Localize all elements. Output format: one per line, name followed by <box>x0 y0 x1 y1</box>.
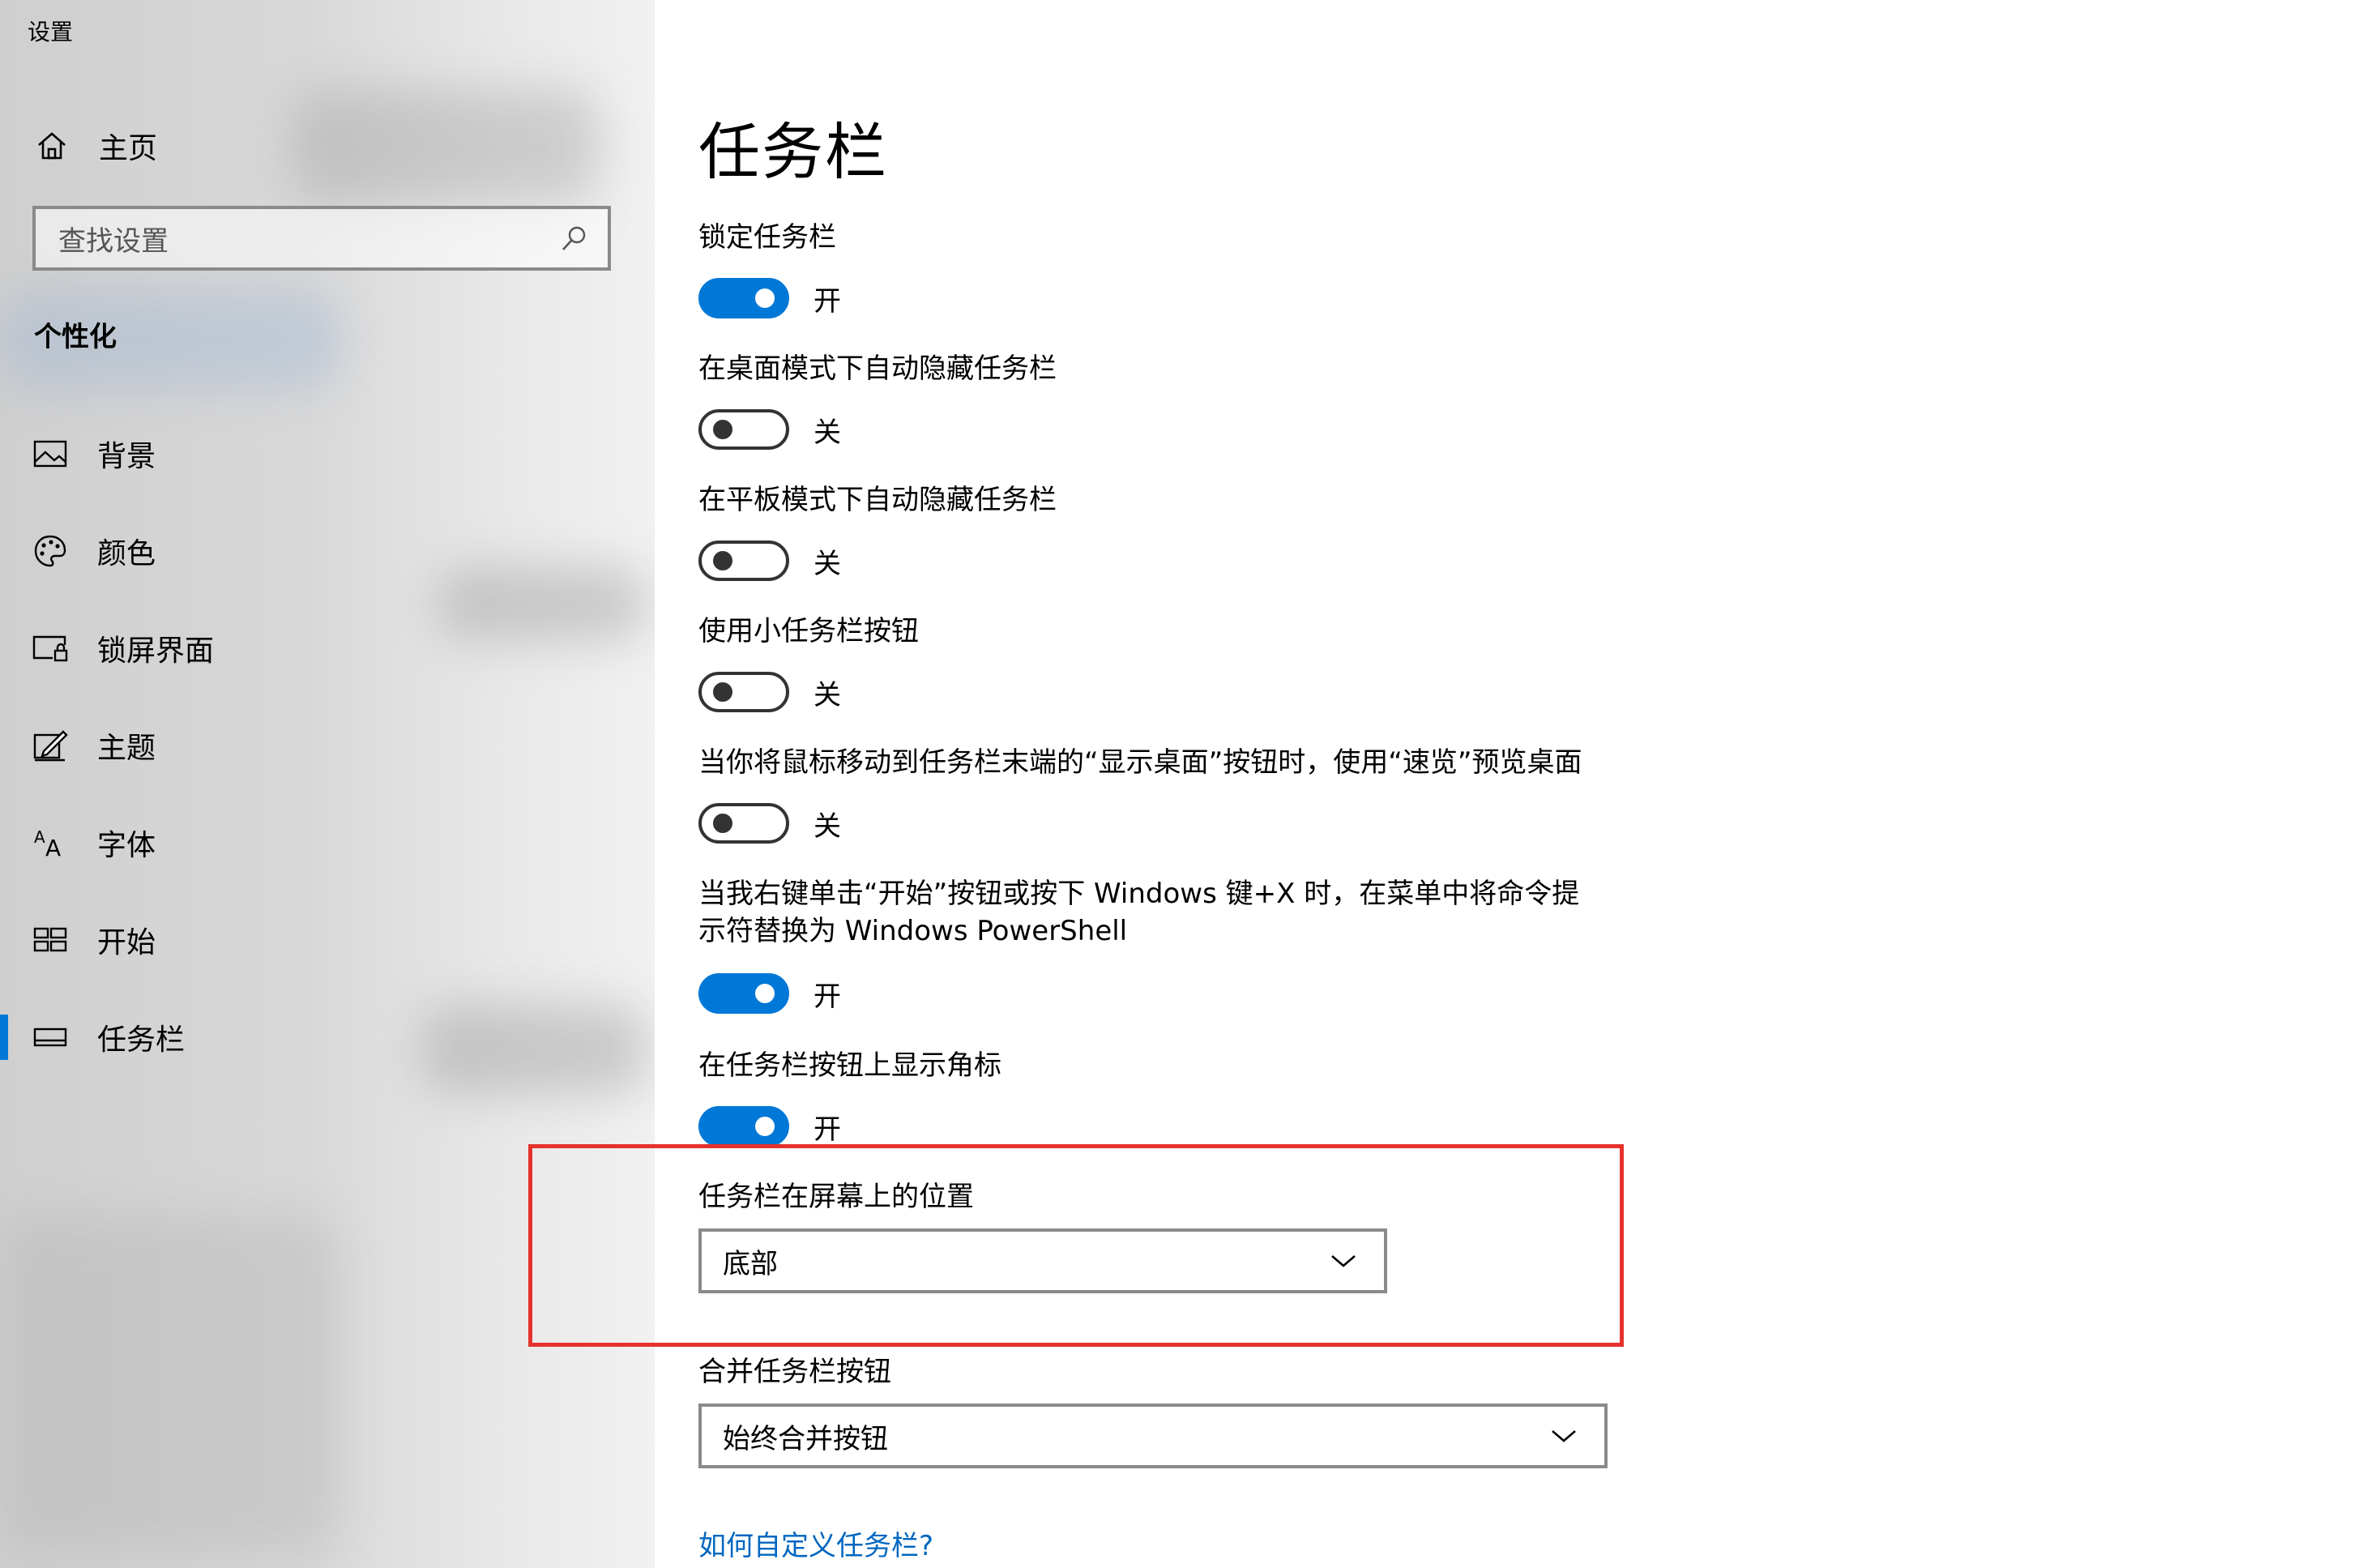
sidebar-item-label: 锁屏界面 <box>97 634 215 668</box>
sidebar-item-lock-screen[interactable]: 锁屏界面 <box>0 608 655 689</box>
powershell-toggle[interactable] <box>698 973 789 1014</box>
select-value: 底部 <box>723 1247 778 1280</box>
setting-label: 合并任务栏按钮 <box>698 1356 891 1388</box>
svg-text:A: A <box>45 835 61 859</box>
toggle-knob <box>755 288 775 308</box>
sidebar-item-label: 字体 <box>97 829 156 862</box>
section-title: 个性化 <box>34 321 117 353</box>
sidebar-item-taskbar[interactable]: 任务栏 <box>0 997 655 1078</box>
sidebar-item-label: 主题 <box>97 732 156 765</box>
main-panel: 任务栏 锁定任务栏 开 在桌面模式下自动隐藏任务栏 关 在平板模式下自动隐藏任务… <box>655 0 2353 1568</box>
toggle-knob <box>713 682 732 702</box>
toggle-state-label: 开 <box>814 980 841 1013</box>
peek-toggle-row: 关 <box>698 801 841 846</box>
sidebar-item-label: 开始 <box>97 926 156 959</box>
badges-toggle[interactable] <box>698 1106 789 1147</box>
taskbar-position-select[interactable]: 底部 <box>698 1228 1387 1293</box>
sidebar-item-start[interactable]: 开始 <box>0 899 655 981</box>
sidebar-item-label: 任务栏 <box>97 1023 186 1057</box>
toggle-state-label: 关 <box>814 678 841 711</box>
setting-label: 当我右键单击“开始”按钮或按下 Windows 键+X 时，在菜单中将命令提 示… <box>698 875 1671 950</box>
toggle-state-label: 关 <box>814 416 841 449</box>
sidebar-item-label: 颜色 <box>97 537 156 570</box>
toggle-knob <box>713 551 732 570</box>
home-nav[interactable]: 主页 <box>32 122 632 170</box>
select-value: 始终合并按钮 <box>723 1422 888 1455</box>
setting-label: 锁定任务栏 <box>698 221 836 254</box>
peek-toggle[interactable] <box>698 803 789 844</box>
help-link[interactable]: 如何自定义任务栏? <box>698 1523 933 1563</box>
toggle-state-label: 开 <box>814 1113 841 1146</box>
home-icon <box>32 126 71 165</box>
home-label: 主页 <box>99 132 158 165</box>
lock-taskbar-toggle[interactable] <box>698 278 789 318</box>
toggle-state-label: 开 <box>814 284 841 318</box>
small-buttons-toggle[interactable] <box>698 672 789 712</box>
settings-window: 设置 主页 查找设置 个性化 背景 颜色 锁屏界面 主题 A A 字体 开始 任… <box>0 0 2353 1568</box>
taskbar-icon <box>31 1018 70 1057</box>
sidebar-item-colors[interactable]: 颜色 <box>0 511 655 592</box>
combine-buttons-select[interactable]: 始终合并按钮 <box>698 1404 1608 1468</box>
setting-label: 当你将鼠标移动到任务栏末端的“显示桌面”按钮时，使用“速览”预览桌面 <box>698 746 1582 779</box>
font-icon: AA <box>31 823 70 862</box>
setting-label: 任务栏在屏幕上的位置 <box>698 1181 974 1213</box>
theme-icon <box>31 726 70 765</box>
toggle-state-label: 关 <box>814 547 841 580</box>
page-title: 任务栏 <box>698 116 888 188</box>
autohide-desktop-toggle[interactable] <box>698 409 789 450</box>
search-placeholder: 查找设置 <box>58 224 169 258</box>
start-icon <box>31 921 70 959</box>
chevron-down-icon <box>1324 1241 1363 1280</box>
toggle-knob <box>713 814 732 833</box>
autohide-tablet-toggle[interactable] <box>698 540 789 581</box>
window-title: 设置 <box>28 19 74 45</box>
setting-label: 在平板模式下自动隐藏任务栏 <box>698 484 1057 516</box>
palette-icon <box>31 532 70 570</box>
toggle-knob <box>713 420 732 439</box>
lock-screen-icon <box>31 629 70 668</box>
search-input[interactable]: 查找设置 <box>32 206 611 271</box>
sidebar-item-fonts[interactable]: AA 字体 <box>0 802 655 883</box>
toggle-knob <box>755 984 775 1003</box>
svg-text:A: A <box>34 827 45 847</box>
setting-label-line: 示符替换为 Windows PowerShell <box>698 915 1128 947</box>
selected-indicator <box>0 1015 8 1060</box>
badges-toggle-row: 开 <box>698 1104 841 1149</box>
search-icon[interactable] <box>553 216 596 260</box>
lock-taskbar-toggle-row: 开 <box>698 276 841 321</box>
setting-label-line: 当我右键单击“开始”按钮或按下 Windows 键+X 时，在菜单中将命令提 <box>698 878 1580 910</box>
small-buttons-toggle-row: 关 <box>698 669 841 715</box>
setting-label: 在任务栏按钮上显示角标 <box>698 1049 1001 1082</box>
sidebar-item-background[interactable]: 背景 <box>0 413 655 494</box>
setting-label: 在桌面模式下自动隐藏任务栏 <box>698 352 1057 385</box>
toggle-knob <box>755 1117 775 1136</box>
sidebar-item-themes[interactable]: 主题 <box>0 705 655 786</box>
sidebar-item-label: 背景 <box>97 440 156 473</box>
setting-label: 使用小任务栏按钮 <box>698 615 919 647</box>
toggle-state-label: 关 <box>814 810 841 843</box>
powershell-toggle-row: 开 <box>698 971 841 1016</box>
autohide-desktop-toggle-row: 关 <box>698 407 841 452</box>
sidebar: 设置 主页 查找设置 个性化 背景 颜色 锁屏界面 主题 A A 字体 开始 任… <box>0 0 655 1568</box>
chevron-down-icon <box>1544 1416 1583 1455</box>
picture-icon <box>31 434 70 473</box>
autohide-tablet-toggle-row: 关 <box>698 538 841 583</box>
